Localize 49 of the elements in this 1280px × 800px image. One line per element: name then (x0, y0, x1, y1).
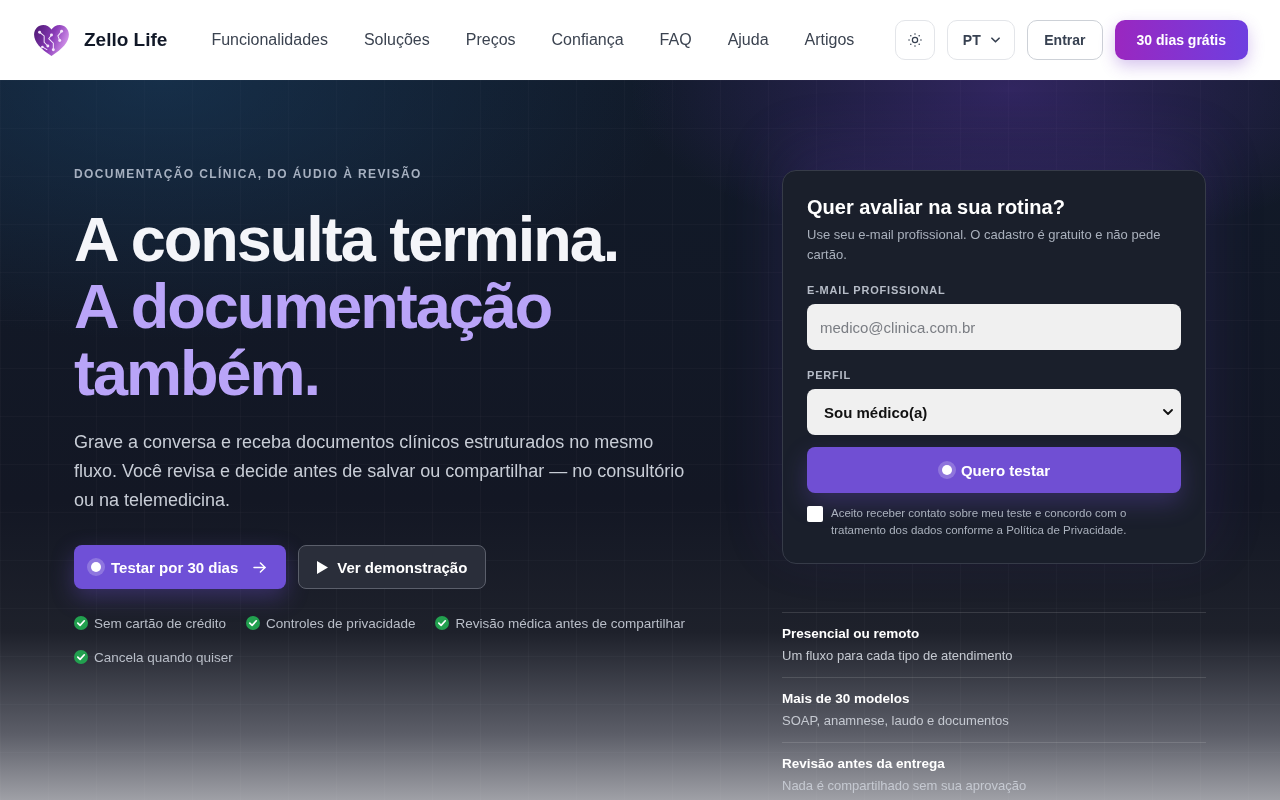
free-trial-button[interactable]: 30 dias grátis (1114, 20, 1248, 60)
feature-title: Mais de 30 modelos (782, 690, 911, 708)
nav-link[interactable]: Ajuda (727, 31, 769, 49)
benefit-text: Sem cartão de crédito (94, 615, 227, 631)
brand-name: Zello Life (84, 29, 168, 51)
language-dropdown[interactable]: PT (947, 20, 1016, 60)
benefit-text: Cancela quando quiser (94, 649, 233, 665)
card-title: Quer avaliar na sua rotina? (807, 195, 1066, 219)
benefit-text: Revisão médica antes de compartilhar (455, 615, 686, 631)
record-dot-icon (937, 461, 956, 479)
play-icon (317, 560, 329, 574)
watch-demo-button[interactable]: Ver demonstração (298, 545, 487, 589)
heart-logo-icon (33, 23, 70, 57)
field-label: E-MAIL PROFISSIONAL (807, 283, 947, 297)
submit-button[interactable]: Quero testar (807, 447, 1181, 493)
feature-subtitle: SOAP, anamnese, laudo e documentos (782, 712, 1010, 730)
nav-link[interactable]: Soluções (363, 31, 430, 49)
eyebrow-text: DOCUMENTAÇÃO CLÍNICA, DO ÁUDIO À REVISÃO (74, 166, 423, 182)
arrow-right-icon (253, 561, 267, 573)
email-input-field[interactable]: medico@clinica.com.br (807, 304, 1181, 350)
consent-checkbox[interactable] (807, 506, 823, 522)
nav-link[interactable]: FAQ (659, 31, 692, 49)
check-circle-icon (435, 616, 450, 630)
consent-text: Aceito receber contato sobre meu teste e concordo com o tratamento dos dados conforme a Política de Privacidade. (831, 506, 1128, 538)
lead-paragraph: Grave a conversa e receba documentos clínicos estruturados no mesmo fluxo. Você revisa e decide antes de salvar ou compartilhar — no consultório ou na telemedicina. (74, 431, 686, 512)
headline-text: A documentação também. (74, 273, 553, 407)
profile-select[interactable]: Sou médico(a) (807, 389, 1181, 435)
card-subtitle: Use seu e-mail profissional. O cadastro é gratuito e não pede cartão. (807, 226, 1162, 264)
nav-link[interactable]: Funcionalidades (211, 31, 328, 49)
start-trial-button[interactable]: Testar por 30 dias (74, 545, 287, 589)
nav-link[interactable]: Artigos (804, 31, 855, 49)
check-circle-icon (74, 650, 88, 664)
chevron-down-icon (990, 37, 1000, 43)
nav-link[interactable]: Confiança (551, 31, 624, 49)
check-circle-icon (246, 616, 261, 630)
record-dot-icon (87, 558, 105, 576)
feature-title: Presencial ou remoto (782, 625, 921, 643)
feature-title: Revisão antes da entrega (782, 755, 946, 773)
login-button[interactable]: Entrar (1027, 20, 1103, 60)
check-circle-icon (74, 616, 88, 630)
sun-icon (908, 33, 923, 47)
field-label: PERFIL (807, 368, 852, 382)
feature-subtitle: Nada é compartilhado sem sua aprovação (782, 777, 1028, 795)
nav-link[interactable]: Preços (465, 31, 516, 49)
benefit-text: Controles de privacidade (266, 615, 416, 631)
headline-text: A consulta termina. (74, 206, 620, 273)
chevron-down-icon (1163, 409, 1173, 415)
theme-toggle-button[interactable] (895, 20, 936, 60)
feature-subtitle: Um fluxo para cada tipo de atendimento (782, 647, 1014, 665)
